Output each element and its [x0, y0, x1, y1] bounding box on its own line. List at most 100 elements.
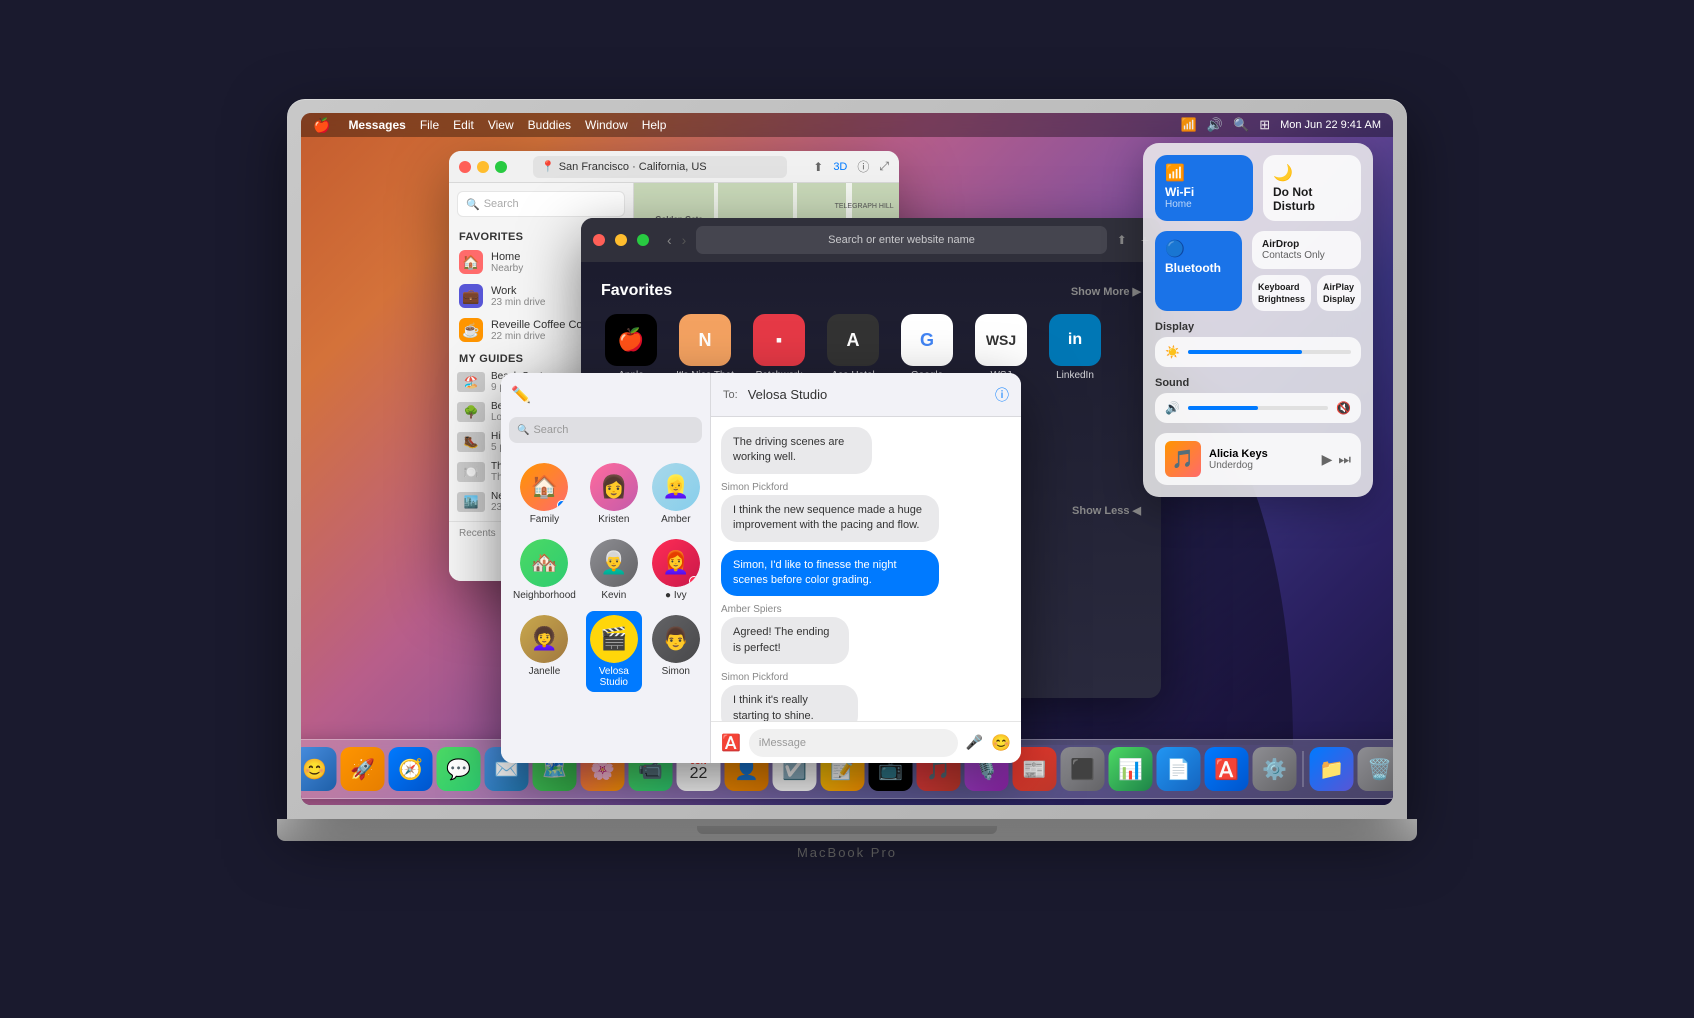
messages-contact-neighborhood[interactable]: 🏘️ Neighborhood: [509, 535, 580, 605]
cc-keyboard-tile[interactable]: Keyboard Brightness: [1252, 275, 1311, 311]
maps-minimize-button[interactable]: [477, 161, 489, 173]
messages-audio-icon[interactable]: 🎤: [966, 734, 983, 751]
cc-airdrop-subtitle: Contacts Only: [1262, 250, 1351, 261]
cc-dnd-tile[interactable]: 🌙 Do Not Disturb: [1263, 155, 1361, 221]
maps-share-icon[interactable]: ⬆: [813, 160, 823, 174]
messages-topbar: ✏️: [501, 373, 710, 417]
menubar-edit[interactable]: Edit: [453, 118, 474, 132]
cc-airplay-tile[interactable]: AirPlay Display: [1317, 275, 1361, 311]
messages-contact-janelle[interactable]: 👩‍🦱 Janelle: [509, 611, 580, 692]
messages-info-icon[interactable]: ⓘ: [995, 385, 1009, 405]
cc-bluetooth-label: Bluetooth: [1165, 261, 1232, 275]
messages-avatar-simon: 👨: [652, 615, 700, 663]
cc-music-controls: ▶ ⏭: [1322, 451, 1351, 468]
safari-fav-linkedin[interactable]: in LinkedIn: [1045, 314, 1105, 392]
maps-fullscreen-button[interactable]: [495, 161, 507, 173]
maps-expand-icon[interactable]: ⤢: [879, 159, 889, 174]
menubar-view[interactable]: View: [488, 118, 514, 132]
maps-close-button[interactable]: [459, 161, 471, 173]
menubar-buddies[interactable]: Buddies: [528, 118, 571, 132]
macbook-lid: 🍎 Messages File Edit View Buddies Window…: [287, 99, 1407, 819]
messages-avatar-janelle: 👩‍🦱: [520, 615, 568, 663]
cc-music-play-icon[interactable]: ▶: [1322, 451, 1333, 468]
contact-online-dot-ivy: [689, 576, 699, 586]
messages-contact-kristen[interactable]: 👩 Kristen: [586, 459, 642, 529]
messages-avatar-amber: 👱‍♀️: [652, 463, 700, 511]
maps-coffee-icon: ☕: [459, 318, 483, 342]
messages-bubble-2: Simon Pickford I think the new sequence …: [721, 482, 1011, 542]
safari-favorites-title: Favorites: [601, 282, 672, 300]
menubar-control-center-icon[interactable]: ⊞: [1259, 117, 1270, 133]
cc-sound-mute-icon[interactable]: 🔇: [1336, 401, 1351, 415]
cc-bluetooth-tile[interactable]: 🔵 Bluetooth: [1155, 231, 1242, 311]
maps-address-text: San Francisco · California, US: [559, 161, 707, 173]
cc-brightness-slider[interactable]: [1188, 350, 1351, 354]
safari-show-more[interactable]: Show More ▶: [1071, 285, 1141, 298]
dock-sidecar[interactable]: ⬛: [1061, 747, 1105, 791]
cc-sound-label: Sound: [1155, 377, 1361, 389]
safari-minimize-button[interactable]: [615, 234, 627, 246]
dock-numbers[interactable]: 📊: [1109, 747, 1153, 791]
cc-airdrop-tile[interactable]: AirDrop Contacts Only: [1252, 231, 1361, 269]
macbook: 🍎 Messages File Edit View Buddies Window…: [247, 99, 1447, 919]
menubar-file[interactable]: File: [420, 118, 439, 132]
dock-stack[interactable]: 📁: [1310, 747, 1354, 791]
safari-close-button[interactable]: [593, 234, 605, 246]
menubar-app-name[interactable]: Messages: [348, 118, 405, 132]
maps-titlebar: 📍 San Francisco · California, US ⬆ 3D ⓘ …: [449, 151, 899, 183]
messages-contact-ivy[interactable]: 👩‍🦰 ● Ivy: [648, 535, 704, 605]
dock-systemprefs[interactable]: ⚙️: [1253, 747, 1297, 791]
messages-bubble-3: Simon, I'd like to finesse the night sce…: [721, 550, 1011, 597]
dock-appstore[interactable]: 🅰️: [1205, 747, 1249, 791]
maps-info-icon[interactable]: ⓘ: [857, 158, 869, 175]
cc-music-artwork: 🎵: [1165, 441, 1201, 477]
safari-show-less[interactable]: Show Less ◀: [1072, 504, 1141, 520]
safari-fav-apple-icon: 🍎: [605, 314, 657, 366]
apple-logo-icon[interactable]: 🍎: [313, 117, 330, 134]
cc-volume-slider[interactable]: [1188, 406, 1328, 410]
messages-contact-amber[interactable]: 👱‍♀️ Amber: [648, 459, 704, 529]
cc-volume-fill: [1188, 406, 1258, 410]
menubar-window[interactable]: Window: [585, 118, 628, 132]
messages-chat-bubbles: The driving scenes are working well. Sim…: [711, 417, 1021, 721]
dock-trash[interactable]: 🗑️: [1358, 747, 1394, 791]
menubar-search-icon[interactable]: 🔍: [1233, 117, 1249, 133]
messages-emoji-button[interactable]: 🅰️: [721, 733, 741, 753]
cc-music-player: 🎵 Alicia Keys Underdog ▶ ⏭: [1155, 433, 1361, 485]
messages-compose-icon[interactable]: ✏️: [511, 385, 531, 405]
dock-messages[interactable]: 💬: [437, 747, 481, 791]
safari-forward-icon[interactable]: ›: [682, 232, 687, 248]
messages-contact-velosa[interactable]: 🎬 Velosa Studio: [586, 611, 642, 692]
messages-search-box[interactable]: 🔍 Search: [509, 417, 702, 443]
cc-wifi-tile[interactable]: 📶 Wi-Fi Home: [1155, 155, 1253, 221]
safari-back-icon[interactable]: ‹: [667, 232, 672, 248]
maps-guide-newyork-thumb: 🏙️: [457, 492, 485, 512]
messages-emoji-icon[interactable]: 😊: [991, 733, 1011, 753]
cc-dnd-label: Do Not Disturb: [1273, 185, 1351, 213]
messages-contact-family[interactable]: 🏠 Family: [509, 459, 580, 529]
maps-work-icon: 💼: [459, 284, 483, 308]
safari-fav-google-icon: G: [901, 314, 953, 366]
menubar-sound-icon[interactable]: 🔊: [1207, 117, 1223, 133]
messages-bubble-5: Simon Pickford I think it's really start…: [721, 672, 904, 721]
maps-3d-button[interactable]: 3D: [833, 161, 847, 173]
safari-share-icon[interactable]: ⬆: [1117, 233, 1127, 247]
macbook-screen: 🍎 Messages File Edit View Buddies Window…: [301, 113, 1393, 805]
menubar-wifi-icon[interactable]: 📶: [1181, 117, 1197, 133]
cc-music-skip-icon[interactable]: ⏭: [1338, 451, 1351, 468]
dock-pages[interactable]: 📄: [1157, 747, 1201, 791]
messages-imessage-input[interactable]: iMessage: [749, 729, 958, 757]
dock-finder[interactable]: 😊: [301, 747, 337, 791]
cc-wifi-subtitle: Home: [1165, 199, 1243, 210]
safari-favorites-header: Favorites Show More ▶: [601, 282, 1141, 300]
messages-contact-kevin[interactable]: 👨‍🦳 Kevin: [586, 535, 642, 605]
macbook-model-label: MacBook Pro: [797, 845, 897, 860]
safari-fullscreen-button[interactable]: [637, 234, 649, 246]
maps-search-placeholder: Search: [484, 198, 519, 210]
menubar-help[interactable]: Help: [642, 118, 667, 132]
dock-launchpad[interactable]: 🚀: [341, 747, 385, 791]
safari-address-bar[interactable]: Search or enter website name: [696, 226, 1106, 254]
dock-safari[interactable]: 🧭: [389, 747, 433, 791]
maps-search-box[interactable]: 🔍 Search: [457, 191, 625, 217]
messages-contact-simon[interactable]: 👨 Simon: [648, 611, 704, 692]
